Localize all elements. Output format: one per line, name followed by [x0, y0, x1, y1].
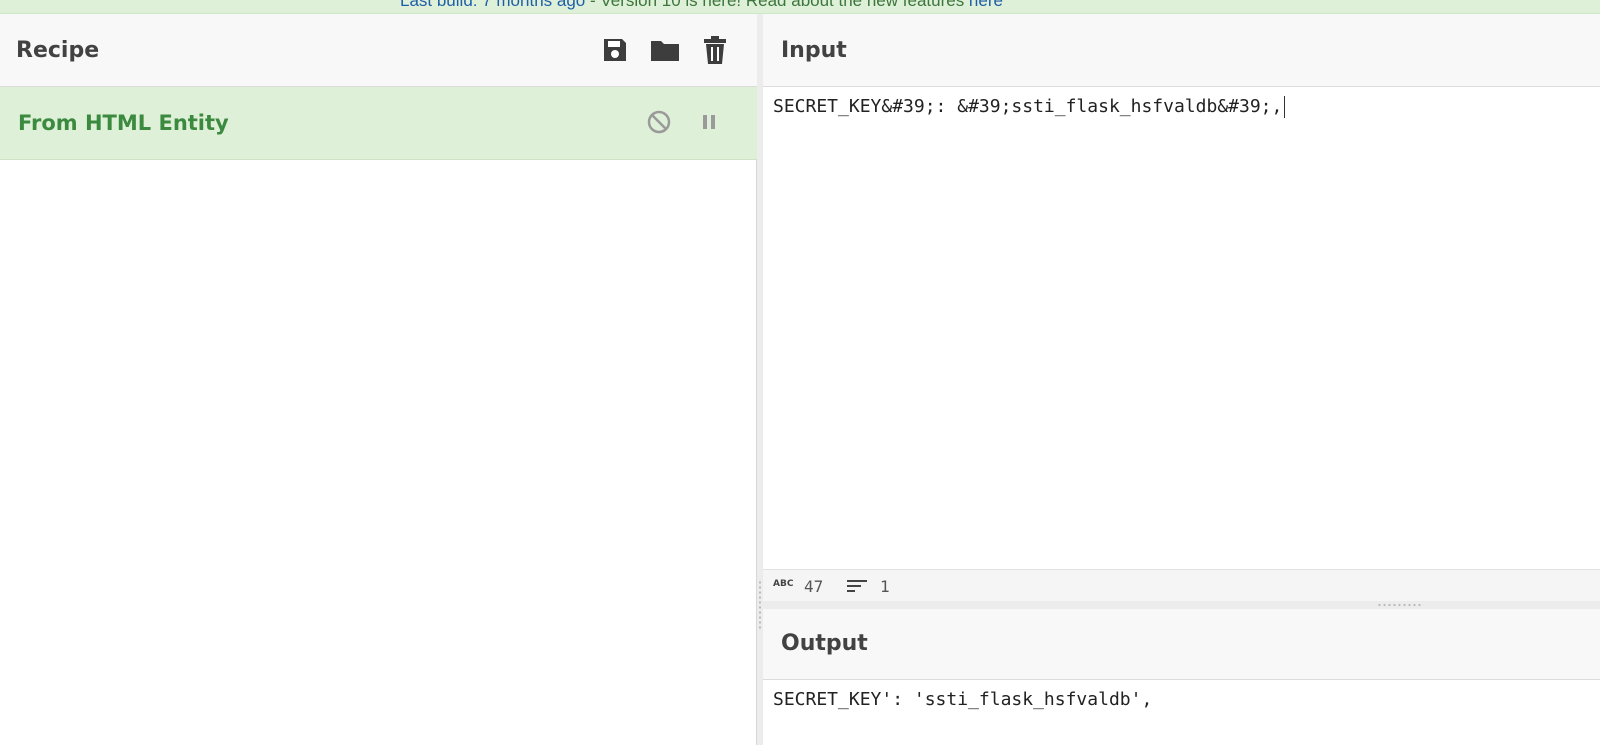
abc-icon: ABC	[773, 579, 794, 589]
recipe-header: Recipe	[0, 14, 757, 87]
disable-operation-button[interactable]	[643, 106, 675, 138]
input-panel: Input SECRET_KEY&#39;: &#39;ssti_flask_h…	[763, 14, 1600, 601]
pause-icon	[703, 115, 715, 129]
input-title: Input	[781, 38, 847, 63]
trash-icon	[704, 36, 726, 64]
output-panel: Output SECRET_KEY': 'ssti_flask_hsfvaldb…	[763, 609, 1600, 745]
output-header: Output	[763, 609, 1600, 680]
banner-message: - Version 10 is here! Read about the new…	[585, 0, 969, 10]
load-recipe-button[interactable]	[649, 34, 681, 66]
breakpoint-button[interactable]	[693, 106, 725, 138]
clear-recipe-button[interactable]	[699, 34, 731, 66]
banner-text: Last build: 7 months ago - Version 10 is…	[400, 0, 1003, 11]
save-icon	[604, 39, 626, 61]
horizontal-resize-grip[interactable]	[1377, 603, 1423, 607]
folder-icon	[651, 41, 679, 61]
input-text: SECRET_KEY&#39;: &#39;ssti_flask_hsfvald…	[773, 96, 1283, 117]
save-recipe-button[interactable]	[599, 34, 631, 66]
recipe-operation-from-html-entity[interactable]: From HTML Entity	[0, 87, 757, 160]
disable-icon	[647, 110, 671, 134]
output-title: Output	[781, 631, 868, 656]
output-text[interactable]: SECRET_KEY': 'ssti_flask_hsfvaldb',	[773, 689, 1152, 710]
operation-controls	[643, 106, 725, 138]
notification-banner: Last build: 7 months ago - Version 10 is…	[0, 0, 1600, 14]
input-status-bar: ABC 47 1	[763, 569, 1600, 601]
text-caret	[1284, 96, 1286, 118]
horizontal-resize-divider[interactable]	[763, 601, 1600, 609]
banner-here-link[interactable]: here	[969, 0, 1003, 10]
operation-name: From HTML Entity	[18, 111, 229, 135]
vertical-resize-grip[interactable]	[758, 580, 762, 630]
lines-icon	[847, 580, 867, 592]
recipe-panel: Recipe From HTML Entity	[0, 14, 757, 745]
input-length: 47	[804, 577, 824, 596]
build-info-link[interactable]: Last build: 7 months ago	[400, 0, 585, 10]
input-textarea[interactable]: SECRET_KEY&#39;: &#39;ssti_flask_hsfvald…	[773, 96, 1286, 118]
recipe-toolbar	[599, 34, 731, 66]
recipe-title: Recipe	[16, 38, 100, 63]
input-line-count: 1	[880, 577, 890, 596]
input-header: Input	[763, 14, 1600, 87]
